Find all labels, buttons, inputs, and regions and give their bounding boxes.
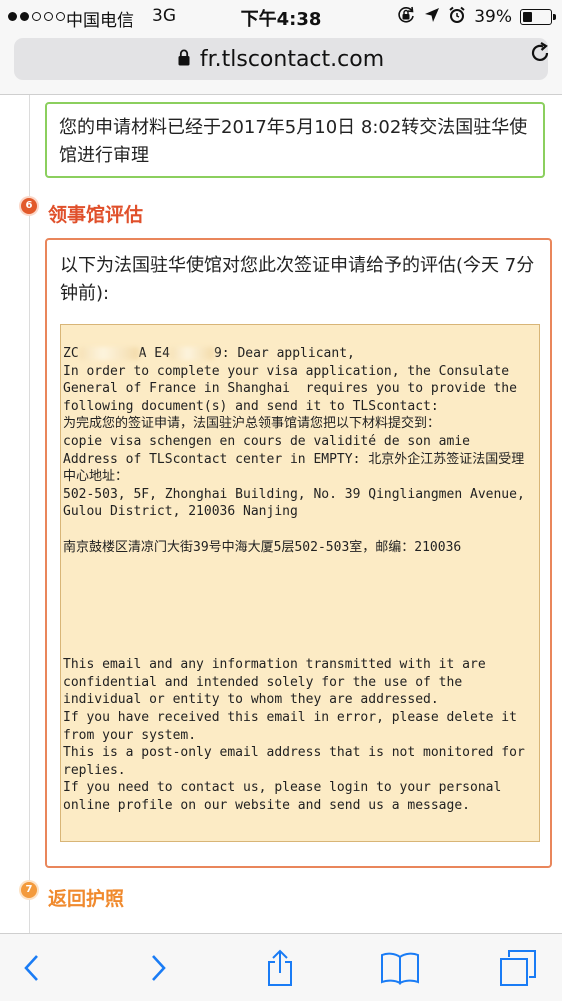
share-icon[interactable]	[258, 946, 302, 990]
url-field[interactable]: fr.tlscontact.com	[14, 38, 548, 80]
step-7-badge: 7	[21, 882, 37, 898]
consulate-evaluation-box: 以下为法国驻华使馆对您此次签证申请给予的评估(今天 7分钟前): ZC A E4 9…	[45, 238, 552, 868]
chevron-left-icon[interactable]	[10, 946, 54, 990]
email-footer-line: If you have received this email in error…	[63, 709, 525, 743]
url-text: fr.tlscontact.com	[199, 46, 385, 72]
consulate-email-message: ZC A E4 9: Dear applicant, In order to com…	[60, 324, 540, 842]
forwarded-notice-text: 您的申请材料已经于2017年5月10日 8:02转交法国驻华使馆进行审理	[59, 117, 528, 166]
email-body-line: In order to complete your visa applicati…	[63, 363, 525, 414]
status-bar: 中国电信 3G 下午4:38 39%	[0, 0, 562, 32]
alarm-icon	[448, 6, 466, 28]
redacted-blur	[78, 347, 139, 360]
step-6-badge: 6	[21, 198, 37, 214]
chevron-right-icon[interactable]	[136, 946, 180, 990]
lock-icon	[178, 49, 190, 70]
email-body-line: copie visa schengen en cours de validité…	[63, 433, 470, 449]
email-footer-line: This is a post-only email address that i…	[63, 745, 533, 778]
status-right-group: 39%	[396, 5, 556, 29]
battery-percentage: 39%	[474, 7, 512, 27]
location-arrow-icon	[424, 7, 440, 27]
email-address-cn: 南京鼓楼区清凉门大街39号中海大厦5层502-503室，邮编：210036	[63, 539, 462, 555]
browser-toolbar	[0, 933, 562, 1001]
email-body-line: 502-503, 5F, Zhonghai Building, No. 39 Q…	[63, 486, 533, 520]
email-body-line: 为完成您的签证申请，法国驻沪总领事馆请您把以下材料提交到：	[63, 416, 441, 432]
book-icon[interactable]	[378, 946, 422, 990]
tabs-icon[interactable]	[496, 946, 540, 990]
forwarded-notice-box: 您的申请材料已经于2017年5月10日 8:02转交法国驻华使馆进行审理	[45, 102, 545, 178]
page-content: 您的申请材料已经于2017年5月10日 8:02转交法国驻华使馆进行审理 6 领…	[0, 95, 562, 933]
evaluation-intro: 以下为法国驻华使馆对您此次签证申请给予的评估(今天 7分钟前):	[60, 255, 535, 304]
email-footer-line: If you need to contact us, please login …	[63, 780, 510, 813]
redacted-blur	[169, 347, 214, 360]
section-7-title: 返回护照	[48, 888, 125, 910]
battery-icon	[520, 9, 556, 25]
battery-level-fill	[523, 12, 533, 22]
reload-icon[interactable]	[528, 41, 552, 69]
rotation-lock-icon	[396, 5, 416, 29]
email-footer-line: This email and any information transmitt…	[63, 657, 494, 708]
section-6-title: 领事馆评估	[48, 204, 144, 226]
browser-address-bar: fr.tlscontact.com	[0, 32, 562, 95]
timeline-line	[29, 95, 30, 933]
email-body-line: Address of TLScontact center in EMPTY: 北…	[63, 451, 525, 485]
email-greeting: ZC A E4 9: Dear applicant,	[63, 346, 355, 361]
